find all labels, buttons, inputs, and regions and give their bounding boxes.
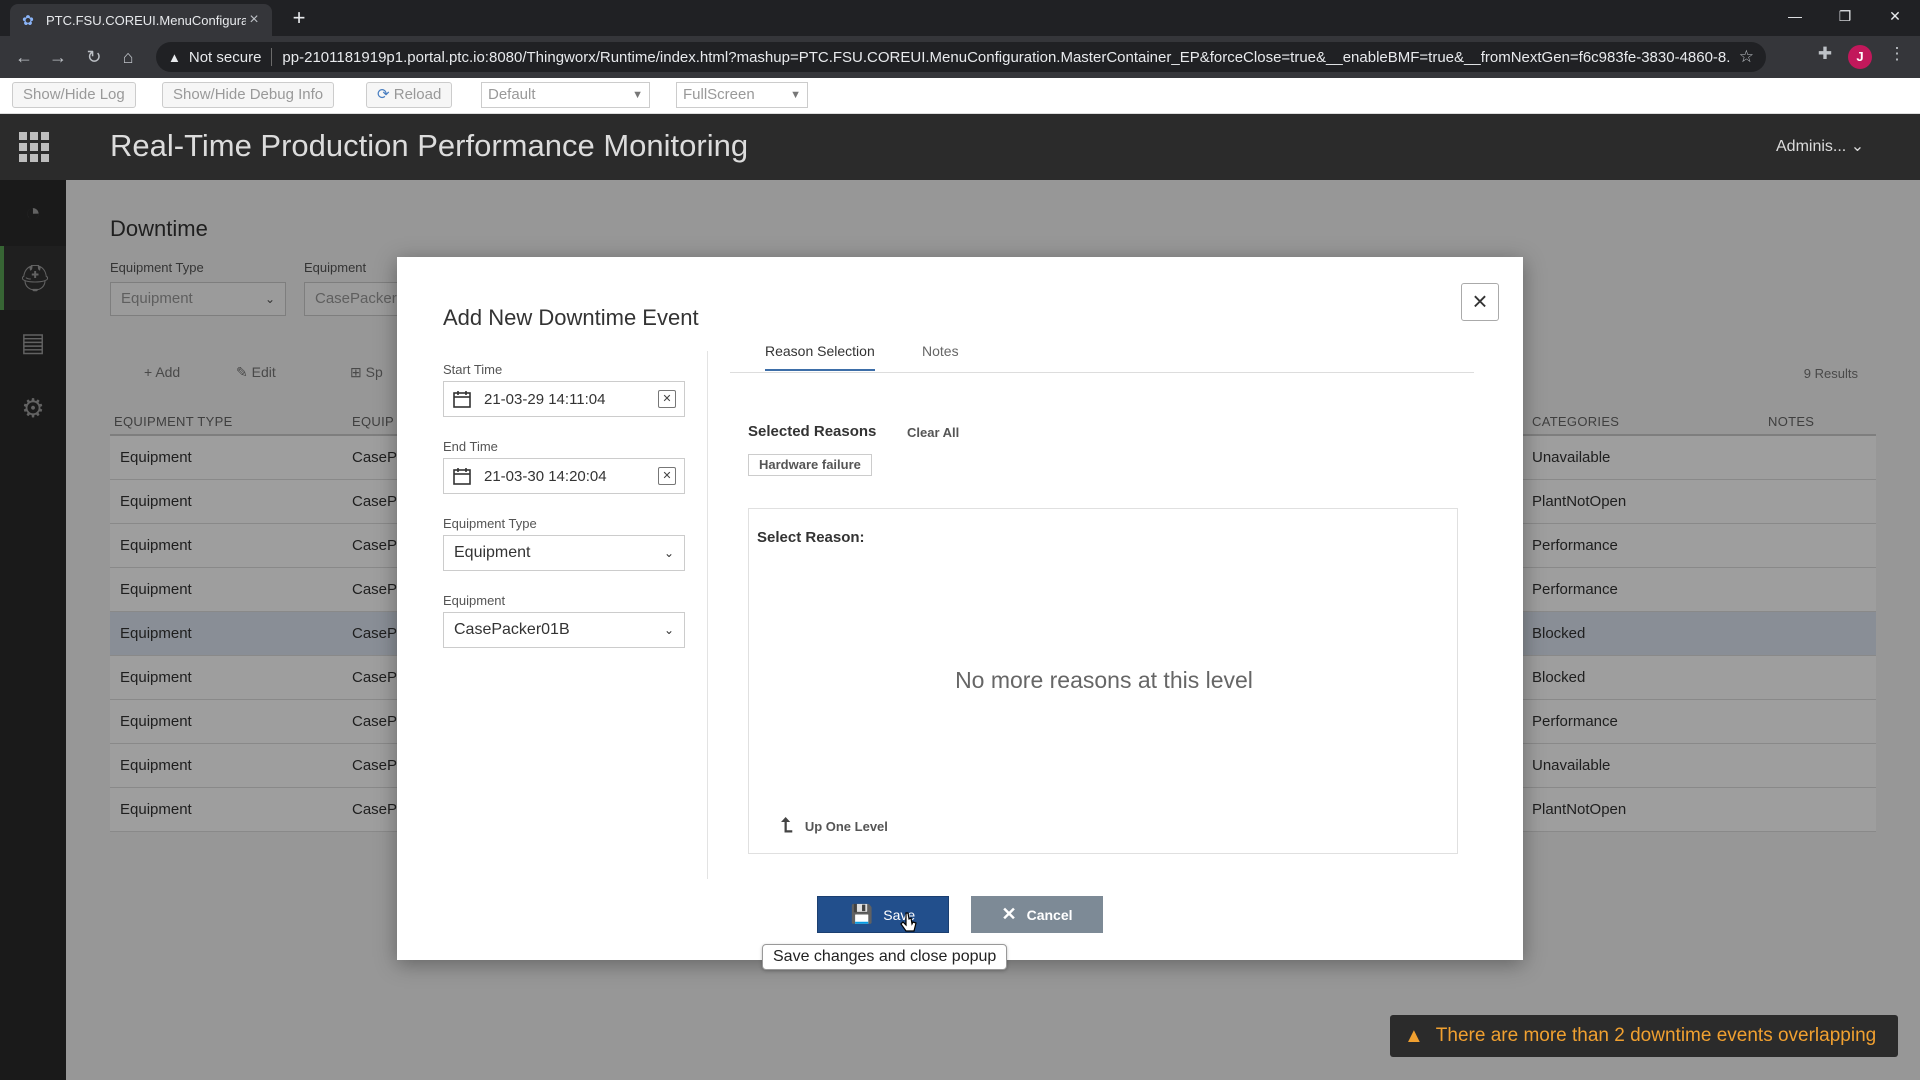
new-tab-button[interactable]: + [285,4,313,32]
clear-start-time-icon[interactable]: ✕ [658,390,676,408]
extensions-icon[interactable]: ✚ [1812,44,1838,64]
address-divider [271,48,273,66]
reload-mashup-icon: ⟳ [377,86,390,103]
mode-select[interactable]: FullScreen ▼ [676,82,808,108]
mode-select-value: FullScreen [683,86,755,103]
user-menu[interactable]: Adminis... ⌄ [1776,136,1864,156]
end-time-field[interactable]: 21-03-30 14:20:04 ✕ [443,458,685,494]
end-time-label: End Time [443,439,498,454]
selected-reasons-label: Selected Reasons [748,423,877,440]
chevron-down-icon: ▼ [790,89,801,101]
browser-toolbar: ← → ↻ ⌂ ▲ Not secure pp-2101181919p1.por… [0,36,1920,78]
save-tooltip: Save changes and close popup [762,944,1008,970]
modal-title: Add New Downtime Event [443,305,699,330]
up-one-level-label: Up One Level [804,819,888,834]
start-time-label: Start Time [443,362,503,377]
browser-tab[interactable]: ✿ PTC.FSU.COREUI.MenuConfiguration × [10,4,272,36]
start-time-value: 21-03-29 14:11:04 [484,390,606,408]
modal-column-divider [707,351,708,879]
home-icon[interactable]: ⌂ [114,44,142,70]
browser-tab-title: PTC.FSU.COREUI.MenuConfiguration [46,12,246,28]
back-icon[interactable]: ← [10,44,38,70]
reload-mashup-button[interactable]: ⟳ Reload [366,82,453,108]
close-window-icon[interactable]: ✕ [1870,0,1920,32]
modal-tabs: Reason Selection Notes [730,339,1474,373]
app-launcher-grid-icon[interactable] [19,132,49,162]
equipment-type-label: Equipment Type [443,516,537,531]
url-text: pp-2101181919p1.portal.ptc.io:8080/Thing… [282,48,1731,66]
reload-mashup-label: Reload [393,86,442,103]
show-hide-log-button[interactable]: Show/Hide Log [12,82,136,108]
equipment-type-select[interactable]: Equipment ⌄ [443,535,685,571]
equipment-type-value: Equipment [454,544,531,561]
overlap-warning-toast[interactable]: ▲ There are more than 2 downtime events … [1390,1015,1898,1057]
runtime-debug-bar: Show/Hide Log Show/Hide Debug Info ⟳ Rel… [0,78,1920,114]
x-icon: ✕ [1001,904,1017,924]
thingworx-favicon-icon: ✿ [22,12,34,28]
show-hide-debug-button[interactable]: Show/Hide Debug Info [162,82,335,108]
end-time-value: 21-03-30 14:20:04 [484,467,607,485]
clear-end-time-icon[interactable]: ✕ [658,467,676,485]
equipment-label: Equipment [443,593,506,608]
toast-message: There are more than 2 downtime events ov… [1435,1025,1877,1046]
equipment-value: CasePacker01B [454,621,570,638]
warning-triangle-icon: ▲ [1404,1024,1424,1047]
calendar-icon[interactable] [452,389,472,409]
theme-select[interactable]: Default ▼ [481,82,650,108]
tab-notes[interactable]: Notes [922,343,959,369]
security-label: Not secure [188,48,262,66]
tab-reason-selection[interactable]: Reason Selection [765,343,875,371]
close-modal-button[interactable]: × [1461,283,1499,321]
up-one-level-button[interactable]: ⮤ Up One Level [781,815,888,838]
profile-avatar[interactable]: J [1848,45,1872,69]
app-header: Real-Time Production Performance Monitor… [0,114,1920,180]
calendar-icon[interactable] [452,466,472,486]
chevron-down-icon: ⌄ [663,546,674,560]
minimize-window-icon[interactable]: — [1770,0,1820,32]
cancel-button[interactable]: ✕ Cancel [971,896,1103,933]
chevron-down-icon: ⌄ [663,623,674,637]
app-title: Real-Time Production Performance Monitor… [110,128,749,163]
cancel-label: Cancel [1026,906,1073,923]
reload-icon[interactable]: ↻ [80,44,108,70]
reason-picker: Select Reason: No more reasons at this l… [748,508,1458,854]
close-icon: × [1472,286,1488,316]
start-time-field[interactable]: 21-03-29 14:11:04 ✕ [443,381,685,417]
save-button[interactable]: 💾 Save [817,896,949,933]
selected-reason-chip[interactable]: Hardware failure [748,454,872,476]
mouse-pointer-icon [900,912,917,932]
chevron-down-icon: ▼ [632,89,643,101]
close-tab-icon[interactable]: × [246,11,262,29]
not-secure-warning-icon: ▲ [168,49,181,65]
add-downtime-modal: Add New Downtime Event × Start Time 21-0… [397,257,1523,960]
theme-select-value: Default [488,86,536,103]
browser-tab-bar: ✿ PTC.FSU.COREUI.MenuConfiguration × + —… [0,0,1920,36]
level-up-arrow-icon: ⮤ [781,815,793,837]
address-bar[interactable]: ▲ Not secure pp-2101181919p1.portal.ptc.… [156,42,1766,72]
select-reason-label: Select Reason: [757,529,865,546]
forward-icon[interactable]: → [44,44,72,70]
restore-window-icon[interactable]: ❐ [1820,0,1870,32]
floppy-disk-icon: 💾 [850,904,874,924]
clear-all-button[interactable]: Clear All [907,425,959,440]
browser-menu-icon[interactable]: ⋮ [1884,44,1910,64]
bookmark-star-icon[interactable]: ☆ [1739,47,1754,67]
empty-reasons-message: No more reasons at this level [955,667,1253,693]
equipment-select[interactable]: CasePacker01B ⌄ [443,612,685,648]
